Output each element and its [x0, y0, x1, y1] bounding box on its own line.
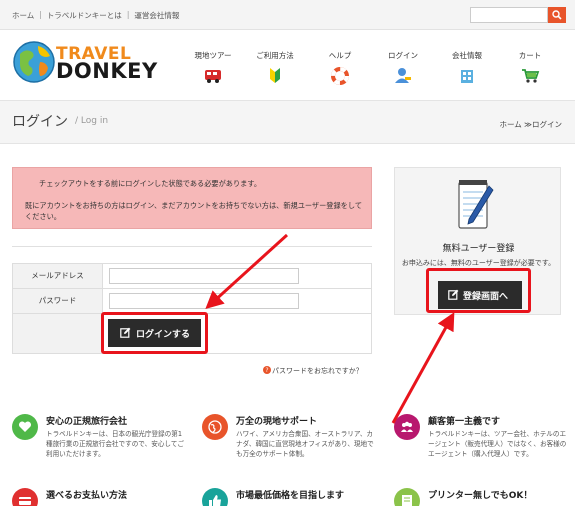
feature-icon-circle	[12, 414, 38, 440]
search-icon	[552, 10, 562, 20]
card-icon	[19, 497, 31, 505]
top-nav: ホーム | トラベルドンキーとは | 運営会社情報	[12, 10, 179, 21]
site-logo[interactable]: TRAVEL DONKEY	[12, 40, 157, 84]
divider	[12, 246, 372, 247]
password-label: パスワード	[13, 289, 103, 313]
feature-item: 選べるお支払い方法	[12, 488, 187, 506]
notice-line-2: 既にアカウントをお持ちの方はログイン、まだアカウントをお持ちでない方は、新規ユー…	[25, 201, 363, 221]
top-nav-separator: |	[39, 10, 42, 19]
highlight-box-login	[101, 312, 208, 354]
notice-line-1: チェックアウトをする前にログインした状態である必要があります。	[39, 179, 262, 188]
forgot-password-link[interactable]: ? パスワードをお忘れですか？	[263, 366, 363, 376]
nav-tours[interactable]: 現地ツアー	[183, 50, 243, 85]
cart-icon	[522, 69, 540, 83]
feature-icon-circle	[12, 488, 38, 506]
feature-title: 顧客第一主義です	[428, 417, 501, 427]
feature-title: 選べるお支払い方法	[46, 491, 128, 501]
page-subtitle: / Log in	[75, 116, 109, 126]
nav-cart[interactable]: カート	[500, 50, 560, 85]
breadcrumb-separator: ≫	[524, 120, 532, 129]
top-nav-home-link[interactable]: ホーム	[12, 10, 34, 21]
top-bar: ホーム | トラベルドンキーとは | 運営会社情報	[0, 0, 575, 30]
top-nav-separator: |	[126, 10, 130, 19]
breadcrumb-home-link[interactable]: ホーム	[499, 120, 521, 129]
nav-help[interactable]: ヘルプ	[310, 50, 370, 85]
feature-item: 万全の現地サポート ハワイ、アメリカ合衆国、オーストラリア、カナダ、韓国に直営現…	[202, 414, 377, 464]
nav-help-label: ヘルプ	[328, 51, 352, 60]
globe-logo-icon	[13, 41, 55, 83]
register-subtitle: お申込みには、無料のユーザー登録が必要です。	[401, 259, 556, 267]
lifebuoy-icon	[331, 67, 349, 85]
feature-description: ハワイ、アメリカ合衆国、オーストラリア、カナダ、韓国に直営現地オフィスがあり、現…	[236, 430, 374, 458]
heart-icon	[18, 421, 32, 432]
feature-item: 市場最低価格を目指します	[202, 488, 377, 506]
thumbs-up-icon	[209, 495, 221, 506]
nav-login-label: ログイン	[388, 51, 418, 60]
nav-company-label: 会社情報	[452, 51, 482, 60]
nav-company[interactable]: 会社情報	[437, 50, 497, 85]
nav-cart-label: カート	[518, 51, 542, 60]
nav-tours-label: 現地ツアー	[194, 51, 232, 60]
password-field[interactable]	[109, 293, 299, 309]
forgot-password-label: パスワードをお忘れですか？	[272, 367, 363, 375]
email-field[interactable]	[109, 268, 299, 284]
user-login-icon	[395, 68, 411, 83]
breadcrumb: ホーム ≫ログイン	[499, 119, 562, 130]
search-button[interactable]	[548, 7, 566, 23]
feature-description: トラベルドンキーは、ツアー会社、ホテルのエージェント（販売代理人）ではなく、お客…	[428, 430, 567, 458]
feature-icon-circle	[202, 414, 228, 440]
feature-icon-circle	[394, 488, 420, 506]
search-input[interactable]	[470, 7, 548, 23]
highlight-box-register	[426, 268, 531, 313]
notepad-pen-icon	[458, 180, 494, 229]
users-icon	[401, 421, 413, 432]
page-title-band: ログイン / Log in ホーム ≫ログイン	[0, 100, 575, 144]
voucher-icon	[402, 495, 412, 506]
email-row: メールアドレス	[13, 264, 371, 289]
register-title: 無料ユーザー登録	[442, 244, 515, 254]
breadcrumb-current: ログイン	[532, 120, 562, 129]
submit-row-spacer	[13, 314, 103, 353]
beginner-mark-icon	[270, 68, 280, 83]
feature-item: 安心の正規旅行会社 トラベルドンキーは、日本の観光庁登録の第1種旅行業の正規旅行…	[12, 414, 187, 464]
svg-text:?: ?	[265, 367, 268, 374]
nav-how-to-use[interactable]: ご利用方法	[245, 50, 305, 85]
feature-icon-circle	[202, 488, 228, 506]
feature-title: 万全の現地サポート	[236, 417, 318, 427]
feature-title: 市場最低価格を目指します	[236, 491, 345, 501]
feature-item: 顧客第一主義です トラベルドンキーは、ツアー会社、ホテルのエージェント（販売代理…	[394, 414, 569, 464]
help-circle-icon: ?	[263, 366, 271, 374]
top-nav-about-link[interactable]: トラベルドンキーとは	[47, 10, 122, 21]
feature-title: プリンター無しでもOK！	[428, 491, 533, 501]
feature-icon-circle	[394, 414, 420, 440]
email-label: メールアドレス	[13, 264, 103, 288]
password-row: パスワード	[13, 289, 371, 314]
feature-description: トラベルドンキーは、日本の観光庁登録の第1種旅行業の正規旅行会社ですので、安心し…	[46, 430, 185, 458]
feature-item: プリンター無しでもOK！	[394, 488, 569, 506]
nav-how-to-use-label: ご利用方法	[256, 51, 294, 60]
nav-login[interactable]: ログイン	[373, 50, 433, 85]
building-icon	[461, 70, 473, 83]
arrow-to-register-button	[391, 312, 455, 424]
globe-icon	[208, 420, 222, 434]
top-nav-company-link[interactable]: 運営会社情報	[134, 10, 179, 21]
bus-icon	[205, 70, 221, 83]
page-title: ログイン	[12, 114, 68, 130]
feature-title: 安心の正規旅行会社	[46, 417, 128, 427]
login-required-notice: チェックアウトをする前にログインした状態である必要があります。 既にアカウントを…	[12, 167, 372, 229]
logo-text-donkey: DONKEY	[56, 59, 158, 83]
